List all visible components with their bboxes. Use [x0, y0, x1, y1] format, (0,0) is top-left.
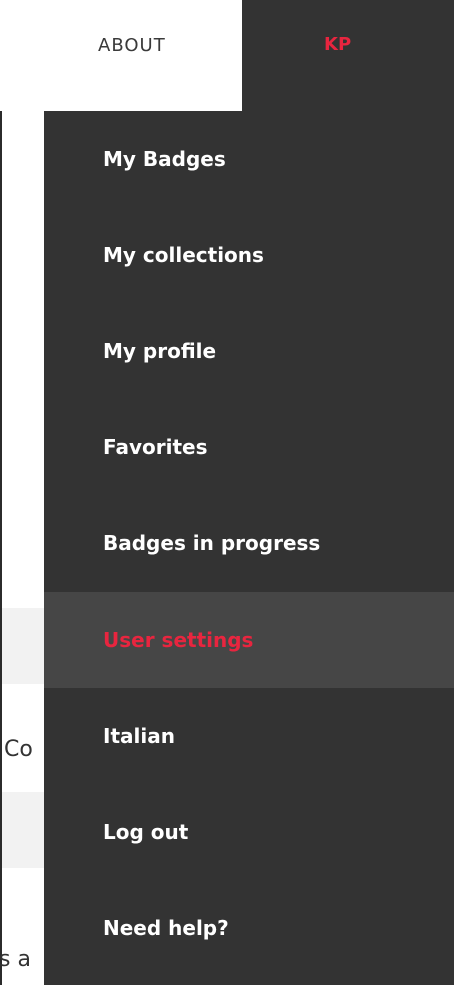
menu-item-label: My Badges: [103, 147, 226, 171]
page: Co s a ABOUT KP My Badges My collections…: [0, 0, 454, 985]
menu-item-label: Log out: [103, 820, 189, 844]
menu-item-user-settings[interactable]: User settings: [44, 592, 454, 688]
top-navigation: ABOUT KP: [0, 0, 454, 111]
menu-item-label: My collections: [103, 243, 264, 267]
user-menu-toggle[interactable]: KP: [242, 0, 454, 111]
menu-item-my-collections[interactable]: My collections: [44, 207, 454, 303]
menu-item-my-profile[interactable]: My profile: [44, 303, 454, 399]
menu-item-my-badges[interactable]: My Badges: [44, 111, 454, 207]
menu-item-label: User settings: [103, 628, 254, 652]
background-text-fragment: Co: [4, 737, 33, 762]
background-text-fragment: s a: [0, 947, 31, 972]
nav-about-label: ABOUT: [98, 35, 166, 56]
menu-item-favorites[interactable]: Favorites: [44, 399, 454, 495]
user-initials: KP: [324, 34, 352, 55]
menu-item-log-out[interactable]: Log out: [44, 784, 454, 880]
background-panel: [2, 792, 44, 868]
nav-about-link[interactable]: ABOUT: [0, 0, 242, 111]
background-panel: [2, 608, 44, 684]
menu-item-badges-in-progress[interactable]: Badges in progress: [44, 495, 454, 591]
menu-item-label: Favorites: [103, 435, 208, 459]
menu-item-italian[interactable]: Italian: [44, 688, 454, 784]
menu-item-label: My profile: [103, 339, 217, 363]
menu-item-label: Need help?: [103, 916, 229, 940]
menu-item-label: Badges in progress: [103, 531, 321, 555]
menu-item-label: Italian: [103, 724, 175, 748]
user-dropdown-menu: My Badges My collections My profile Favo…: [44, 111, 454, 985]
menu-item-need-help[interactable]: Need help?: [44, 880, 454, 976]
